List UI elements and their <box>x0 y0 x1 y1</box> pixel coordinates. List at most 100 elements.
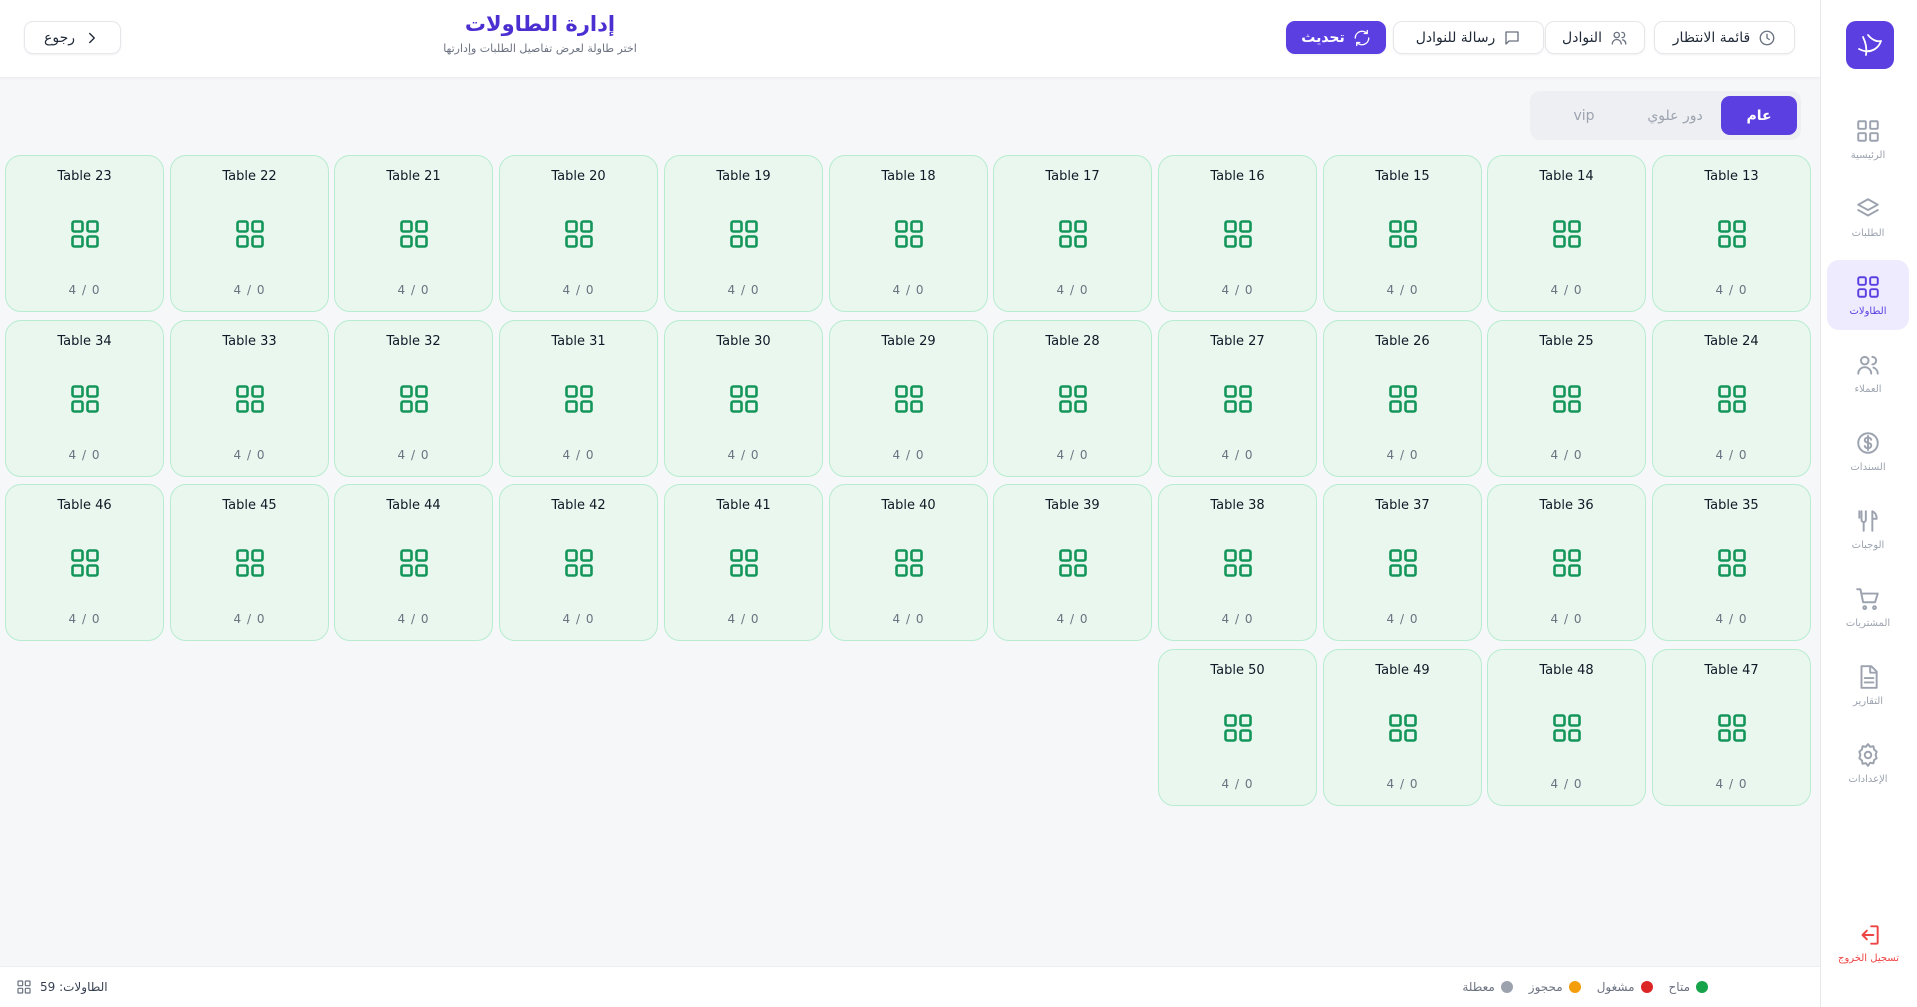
table-capacity: 4 / 0 <box>727 612 760 626</box>
table-card[interactable]: Table 21 4 / 0 <box>334 155 493 312</box>
sidebar-item-meals[interactable]: الوجبات <box>1827 494 1909 564</box>
table-name: Table 21 <box>386 169 441 184</box>
table-card[interactable]: Table 28 4 / 0 <box>993 320 1152 477</box>
table-name: Table 16 <box>1210 169 1265 184</box>
table-card[interactable]: Table 46 4 / 0 <box>5 484 164 641</box>
table-card[interactable]: Table 50 4 / 0 <box>1158 649 1317 806</box>
table-capacity: 4 / 0 <box>233 448 266 462</box>
file-icon <box>1860 664 1878 689</box>
logo-icon <box>1858 34 1882 56</box>
table-name: Table 41 <box>716 498 771 513</box>
sidebar-item-tables[interactable]: الطاولات <box>1827 260 1909 330</box>
table-card[interactable]: Table 33 4 / 0 <box>170 320 329 477</box>
legend-label: متاح <box>1668 980 1690 994</box>
table-capacity: 4 / 0 <box>1386 448 1419 462</box>
table-card[interactable]: Table 25 4 / 0 <box>1487 320 1646 477</box>
table-name: Table 17 <box>1045 169 1100 184</box>
table-card[interactable]: Table 15 4 / 0 <box>1323 155 1482 312</box>
table-card[interactable]: Table 32 4 / 0 <box>334 320 493 477</box>
table-card[interactable]: Table 31 4 / 0 <box>499 320 658 477</box>
table-card[interactable]: Table 20 4 / 0 <box>499 155 658 312</box>
table-card[interactable]: Table 44 4 / 0 <box>334 484 493 641</box>
table-card[interactable]: Table 38 4 / 0 <box>1158 484 1317 641</box>
sidebar-item-vouchers[interactable]: السندات <box>1827 416 1909 486</box>
table-icon <box>729 384 759 414</box>
sidebar-item-label: الطاولات <box>1849 305 1887 317</box>
table-card[interactable]: Table 16 4 / 0 <box>1158 155 1317 312</box>
table-name: Table 48 <box>1539 663 1594 678</box>
tables-icon <box>1857 275 1879 298</box>
table-capacity: 4 / 0 <box>1550 777 1583 791</box>
table-name: Table 22 <box>222 169 277 184</box>
table-capacity: 4 / 0 <box>397 448 430 462</box>
table-card[interactable]: Table 26 4 / 0 <box>1323 320 1482 477</box>
table-capacity: 4 / 0 <box>1715 777 1748 791</box>
table-name: Table 13 <box>1704 169 1759 184</box>
table-card[interactable]: Table 24 4 / 0 <box>1652 320 1811 477</box>
status-dot <box>1640 981 1653 993</box>
sidebar-item-orders[interactable]: الطلبات <box>1827 182 1909 252</box>
table-card[interactable]: Table 29 4 / 0 <box>829 320 988 477</box>
table-card[interactable]: Table 27 4 / 0 <box>1158 320 1317 477</box>
table-capacity: 4 / 0 <box>1221 283 1254 297</box>
table-card[interactable]: Table 40 4 / 0 <box>829 484 988 641</box>
table-card[interactable]: Table 18 4 / 0 <box>829 155 988 312</box>
table-capacity: 4 / 0 <box>233 612 266 626</box>
table-name: Table 29 <box>881 334 936 349</box>
table-capacity: 4 / 0 <box>727 448 760 462</box>
legend-item-occupied: مشغول <box>1597 980 1653 994</box>
table-icon <box>1388 713 1418 743</box>
sidebar-item-purchases[interactable]: المشتريات <box>1827 572 1909 642</box>
table-card[interactable]: Table 17 4 / 0 <box>993 155 1152 312</box>
table-icon <box>235 219 265 249</box>
table-icon <box>1223 713 1253 743</box>
table-capacity: 4 / 0 <box>68 612 101 626</box>
table-name: Table 40 <box>881 498 936 513</box>
table-card[interactable]: Table 36 4 / 0 <box>1487 484 1646 641</box>
table-icon <box>1717 713 1747 743</box>
table-card[interactable]: Table 14 4 / 0 <box>1487 155 1646 312</box>
table-card[interactable]: Table 13 4 / 0 <box>1652 155 1811 312</box>
table-card[interactable]: Table 30 4 / 0 <box>664 320 823 477</box>
legend-label: مشغول <box>1596 980 1635 994</box>
table-capacity: 4 / 0 <box>562 448 595 462</box>
grid-icon <box>1857 119 1879 142</box>
status-footer: متاح مشغول محجوز معطلة الطاولات: 59 <box>0 966 1820 1007</box>
gear-icon <box>1858 742 1878 767</box>
table-card[interactable]: Table 37 4 / 0 <box>1323 484 1482 641</box>
status-dot <box>1500 981 1513 993</box>
logout-button[interactable]: تسجيل الخروج <box>1820 922 1917 964</box>
table-icon <box>235 548 265 578</box>
table-card[interactable]: Table 22 4 / 0 <box>170 155 329 312</box>
table-card[interactable]: Table 19 4 / 0 <box>664 155 823 312</box>
table-card[interactable]: Table 41 4 / 0 <box>664 484 823 641</box>
sidebar-item-home[interactable]: الرئيسية <box>1827 104 1909 174</box>
status-dot <box>1568 981 1581 993</box>
table-name: Table 36 <box>1539 498 1594 513</box>
sidebar-item-label: السندات <box>1850 461 1886 473</box>
sidebar-item-reports[interactable]: التقارير <box>1827 650 1909 720</box>
table-icon <box>1717 219 1747 249</box>
sidebar-item-settings[interactable]: الإعدادات <box>1827 728 1909 798</box>
table-capacity: 4 / 0 <box>1550 283 1583 297</box>
table-card[interactable]: Table 49 4 / 0 <box>1323 649 1482 806</box>
table-name: Table 37 <box>1375 498 1430 513</box>
sidebar-item-customers[interactable]: العملاء <box>1827 338 1909 408</box>
table-card[interactable]: Table 34 4 / 0 <box>5 320 164 477</box>
table-capacity: 4 / 0 <box>1386 283 1419 297</box>
table-card[interactable]: Table 45 4 / 0 <box>170 484 329 641</box>
app-logo[interactable] <box>1846 21 1894 69</box>
table-card[interactable]: Table 35 4 / 0 <box>1652 484 1811 641</box>
table-name: Table 27 <box>1210 334 1265 349</box>
table-name: Table 23 <box>57 169 112 184</box>
table-card[interactable]: Table 23 4 / 0 <box>5 155 164 312</box>
table-icon <box>1552 219 1582 249</box>
table-card[interactable]: Table 48 4 / 0 <box>1487 649 1646 806</box>
table-card[interactable]: Table 42 4 / 0 <box>499 484 658 641</box>
table-name: Table 18 <box>881 169 936 184</box>
table-capacity: 4 / 0 <box>562 283 595 297</box>
table-icon <box>235 384 265 414</box>
table-card[interactable]: Table 39 4 / 0 <box>993 484 1152 641</box>
table-card[interactable]: Table 47 4 / 0 <box>1652 649 1811 806</box>
table-name: Table 20 <box>551 169 606 184</box>
